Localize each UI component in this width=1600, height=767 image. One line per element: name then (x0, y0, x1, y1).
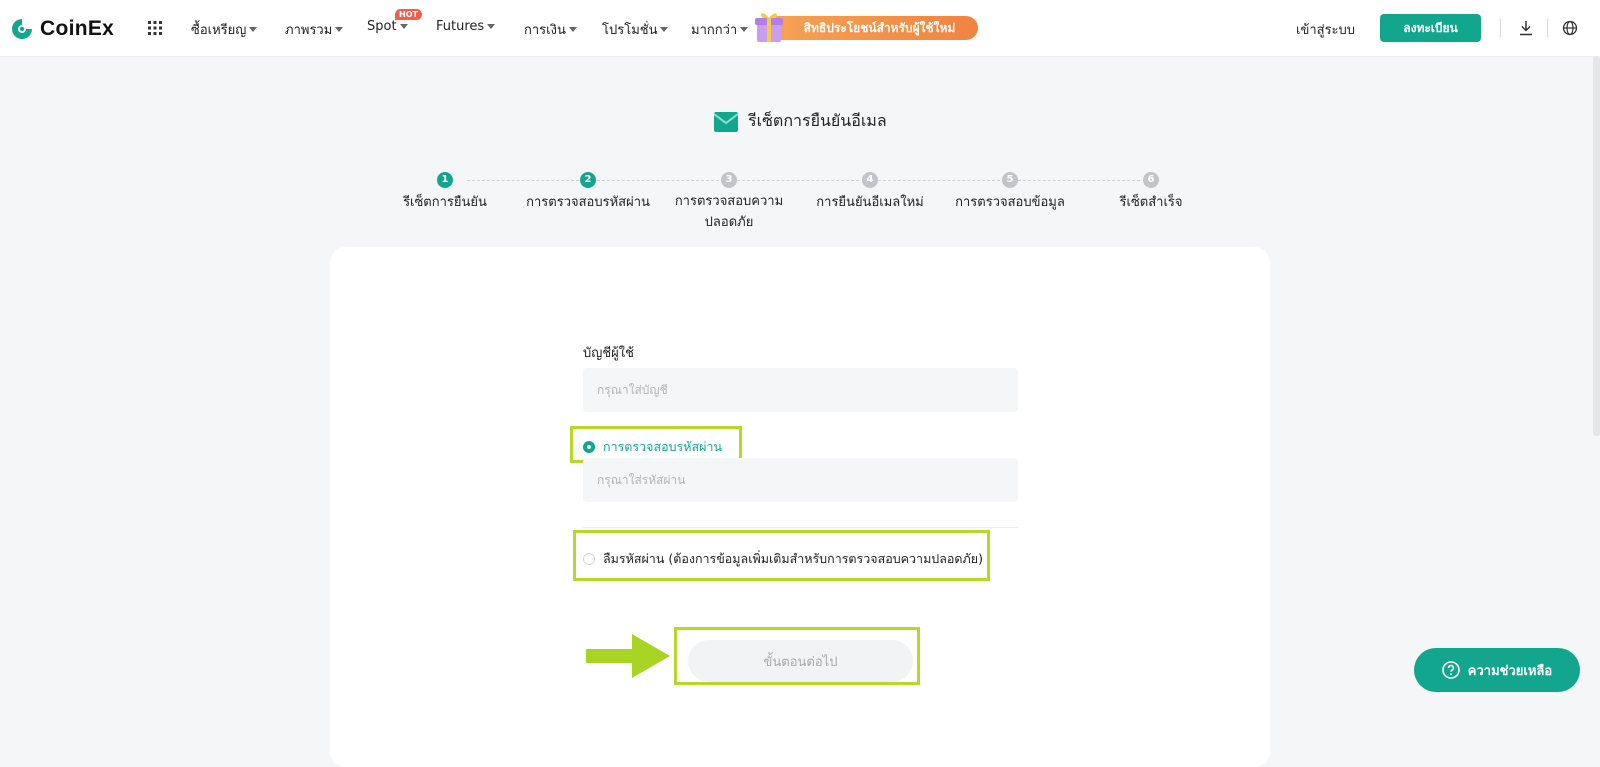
step-5: 5 การตรวจสอบข้อมูล (950, 172, 1070, 212)
nav-overview[interactable]: ภาพรวม (285, 19, 344, 40)
step-number: 1 (437, 172, 453, 188)
page-scrollbar[interactable] (1593, 56, 1600, 436)
register-button[interactable]: ลงทะเบียน (1380, 14, 1481, 42)
promo-label: สิทธิประโยชน์สำหรับผู้ใช้ใหม่ (803, 20, 956, 35)
option-label: การตรวจสอบรหัสผ่าน (603, 439, 723, 454)
account-input[interactable] (583, 368, 1018, 412)
step-label: การยืนยันอีเมลใหม่ (816, 195, 924, 210)
download-icon[interactable] (1518, 20, 1534, 36)
top-navbar: CoinEx ซื้อเหรียญ ภาพรวม Spot HOT Future… (0, 0, 1600, 57)
nav-label: ซื้อเหรียญ (191, 23, 247, 38)
step-1: 1 รีเซ็ตการยืนยัน (395, 172, 495, 212)
nav-label: Futures (436, 19, 485, 34)
nav-futures[interactable]: Futures (436, 19, 496, 34)
caret-down-icon (335, 27, 344, 32)
radio-selected-icon (583, 441, 595, 453)
step-label: รีเซ็ตสำเร็จ (1119, 195, 1183, 210)
help-button[interactable]: ความช่วยเหลือ (1414, 648, 1580, 692)
arrow-right-icon (586, 634, 670, 678)
nav-finance[interactable]: การเงิน (524, 19, 577, 40)
nav-label: Spot (367, 19, 397, 34)
caret-down-icon (568, 27, 577, 32)
step-number: 4 (862, 172, 878, 188)
new-user-promo-banner[interactable]: สิทธิประโยชน์สำหรับผู้ใช้ใหม่ (755, 13, 978, 42)
page-title: รีเซ็ตการยืนยันอีเมล (714, 109, 887, 134)
nav-label: ภาพรวม (285, 23, 333, 38)
caret-down-icon (660, 27, 669, 32)
step-number: 5 (1002, 172, 1018, 188)
step-3: 3 การตรวจสอบความปลอดภัย (674, 172, 784, 233)
step-number: 3 (721, 172, 737, 188)
caret-down-icon (399, 24, 408, 29)
coinex-logo[interactable]: CoinEx (10, 16, 114, 42)
radio-unselected-icon (583, 553, 595, 565)
nav-label: มากกว่า (691, 23, 738, 38)
step-6: 6 รีเซ็ตสำเร็จ (1101, 172, 1201, 212)
step-label: การตรวจสอบรหัสผ่าน (526, 195, 650, 210)
nav-more[interactable]: มากกว่า (691, 19, 749, 40)
help-label: ความช่วยเหลือ (1467, 663, 1553, 679)
option-label: ลืมรหัสผ่าน (ต้องการข้อมูลเพิ่มเติมสำหรั… (603, 551, 983, 566)
step-4: 4 การยืนยันอีเมลใหม่ (805, 172, 935, 212)
header-divider (1547, 19, 1548, 37)
apps-grid-icon[interactable] (147, 20, 163, 36)
hot-badge: HOT (395, 9, 422, 20)
password-input[interactable] (583, 458, 1018, 502)
step-number: 6 (1143, 172, 1159, 188)
login-link[interactable]: เข้าสู่ระบบ (1296, 19, 1355, 40)
envelope-icon (714, 111, 738, 132)
header-divider (1500, 19, 1501, 37)
caret-down-icon (740, 27, 749, 32)
step-2: 2 การตรวจสอบรหัสผ่าน (518, 172, 658, 212)
globe-icon[interactable] (1562, 20, 1578, 36)
nav-label: โปรโมชั่น (602, 23, 658, 38)
next-step-button[interactable]: ขั้นตอนต่อไป (688, 640, 913, 682)
nav-label: การเงิน (524, 23, 566, 38)
page-title-text: รีเซ็ตการยืนยันอีเมล (748, 111, 887, 130)
password-verify-option[interactable]: การตรวจสอบรหัสผ่าน (583, 437, 722, 457)
caret-down-icon (487, 24, 496, 29)
step-number: 2 (580, 172, 596, 188)
brand-name: CoinEx (40, 17, 115, 40)
nav-promotions[interactable]: โปรโมชั่น (602, 19, 669, 40)
gift-icon (755, 13, 783, 42)
account-label: บัญชีผู้ใช้ (583, 346, 634, 361)
step-label: รีเซ็ตการยืนยัน (403, 195, 487, 210)
forgot-password-option[interactable]: ลืมรหัสผ่าน (ต้องการข้อมูลเพิ่มเติมสำหรั… (583, 549, 983, 569)
nav-buy-crypto[interactable]: ซื้อเหรียญ (191, 19, 258, 40)
caret-down-icon (249, 27, 258, 32)
divider (583, 527, 1018, 528)
coinex-logo-icon (12, 19, 32, 39)
step-label: การตรวจสอบความปลอดภัย (674, 194, 784, 230)
reset-form-card (330, 247, 1270, 767)
help-question-icon (1441, 661, 1460, 679)
step-label: การตรวจสอบข้อมูล (955, 195, 1065, 210)
nav-spot[interactable]: Spot (367, 19, 408, 34)
